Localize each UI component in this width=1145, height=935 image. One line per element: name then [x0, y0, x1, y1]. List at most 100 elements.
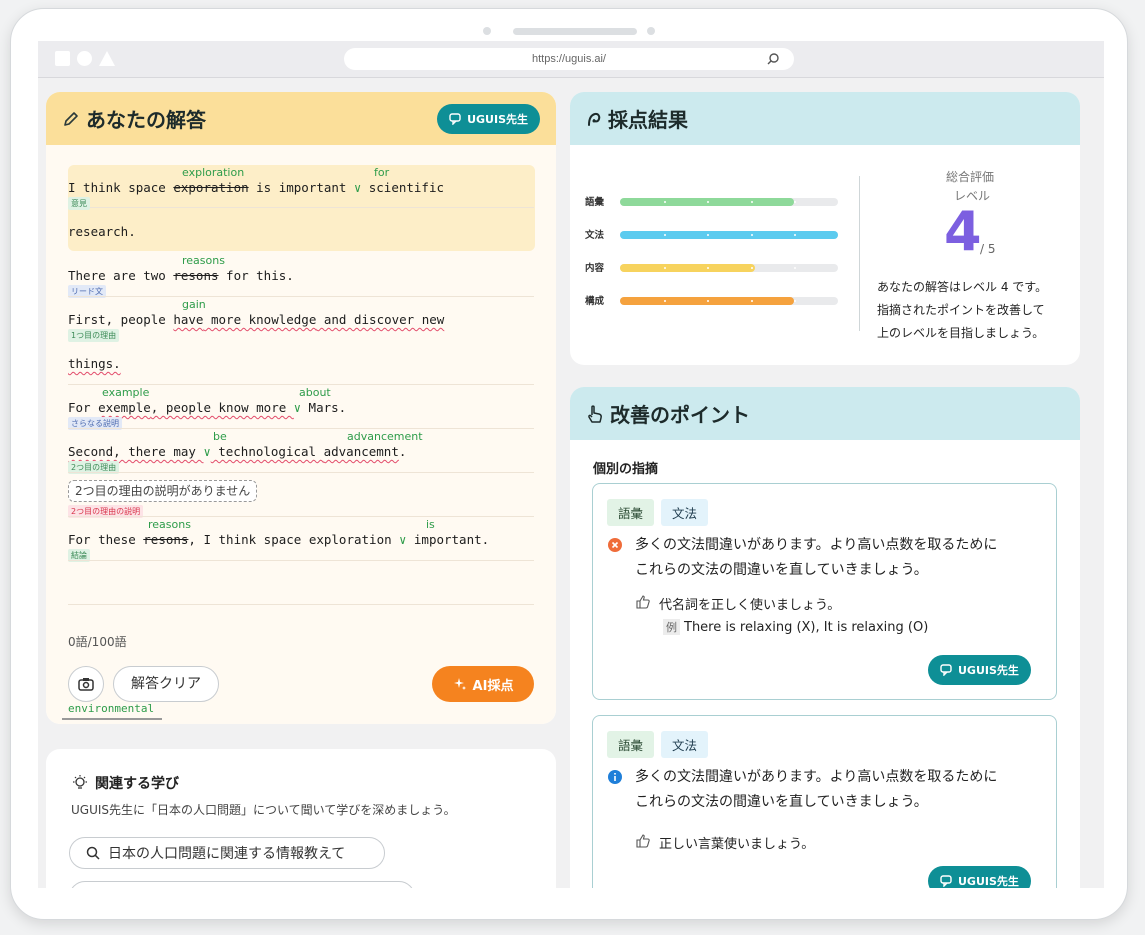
pointing-hand-icon: [588, 404, 602, 423]
feedback-2-teacher-button[interactable]: UGUIS先生: [928, 866, 1031, 888]
answer-line-9: For these resons, I think space explorat…: [68, 532, 490, 547]
uguis-teacher-label: UGUIS先生: [467, 112, 528, 126]
answer-card: あなたの解答 UGUIS先生 exploration for I think s…: [46, 92, 556, 724]
score-bar-label: 内容: [585, 263, 605, 274]
score-bar-dot: [663, 201, 666, 203]
divider: [68, 296, 534, 297]
main-content: あなたの解答 UGUIS先生 exploration for I think s…: [38, 78, 1104, 888]
related-card: 関連する学び UGUIS先生に「日本の人口問題」について聞いて学びを深めましょう…: [46, 749, 556, 888]
chat-icon: [449, 112, 461, 125]
score-bar-dot: [750, 201, 753, 203]
overall-level-value: 4: [944, 200, 982, 263]
score-bar-dot: [663, 267, 666, 269]
overall-label: 総合評価: [946, 170, 995, 184]
answer-editor[interactable]: exploration for I think space exporation…: [46, 145, 556, 724]
square-icon: [55, 51, 70, 66]
correction-about: about: [299, 386, 331, 399]
score-card-header: 採点結果: [570, 92, 1080, 145]
divider: [68, 384, 534, 385]
overall-level-max: / 5: [980, 242, 996, 256]
answer-line-2: research.: [68, 224, 136, 239]
info-icon: [608, 770, 622, 784]
correction-reasons-2: reasons: [148, 518, 191, 531]
browser-bar: https://uguis.ai/: [38, 41, 1104, 78]
answer-line-4: First, people have more knowledge and di…: [68, 312, 445, 327]
feedback-1-example: 例 There is relaxing (X), It is relaxing (…: [663, 619, 928, 635]
chip-vocabulary: 語彙: [607, 499, 655, 526]
url-bar[interactable]: https://uguis.ai/: [344, 48, 794, 70]
feedback-2-message: 多くの文法間違いがあります。より高い点数を取るために これらの文法の間違いを直し…: [635, 769, 998, 810]
feedback-2-teacher-label: UGUIS先生: [958, 875, 1019, 888]
related-title-row: 関連する学び: [71, 773, 179, 793]
camera-dot: [483, 27, 491, 35]
suggestion-word[interactable]: environmental: [68, 702, 154, 715]
pencil-icon: [64, 111, 78, 126]
correction-advancement: advancement: [347, 430, 423, 443]
correction-be: be: [213, 430, 227, 443]
answer-line-6: For exemple, people know more ∨ Mars.: [68, 400, 347, 415]
score-bar-dot: [663, 234, 666, 236]
divider: [68, 472, 534, 473]
logo: [55, 51, 115, 66]
answer-card-title: あなたの解答: [86, 108, 206, 132]
correction-reasons: reasons: [182, 254, 225, 267]
improve-card-header: 改善のポイント: [570, 387, 1080, 440]
score-bar-dot: [750, 300, 753, 302]
feedback-2-advice: 正しい言葉使いましょう。: [659, 837, 815, 852]
camera-icon: [78, 678, 94, 691]
lightbulb-icon: [73, 775, 87, 789]
camera-button[interactable]: [68, 666, 104, 702]
tag-reason-1: 1つ目の理由: [68, 329, 120, 342]
answer-line-1: I think space exporation is important ∨ …: [68, 180, 445, 195]
related-query-2[interactable]: [69, 881, 415, 888]
score-bar-label: 文法: [585, 230, 605, 241]
score-card-title: 採点結果: [608, 108, 688, 132]
score-bar-dot: [794, 267, 797, 269]
sensor-dot: [647, 27, 655, 35]
uguis-teacher-button[interactable]: UGUIS先生: [437, 103, 540, 134]
insert-caret-icon: ∨: [203, 445, 211, 459]
divider: [68, 604, 534, 605]
improve-card-title: 改善のポイント: [610, 403, 750, 427]
search-icon[interactable]: [766, 52, 780, 66]
triangle-icon: [99, 51, 115, 66]
tag-opinion: 意見: [68, 197, 90, 210]
feedback-1-teacher-button[interactable]: UGUIS先生: [928, 655, 1031, 685]
score-bar-label: 構成: [585, 296, 605, 307]
chat-icon: [940, 664, 952, 676]
score-bar-label: 語彙: [585, 197, 605, 208]
search-icon: [86, 846, 100, 860]
ai-score-button[interactable]: AI採点: [432, 666, 534, 702]
related-description: UGUIS先生に「日本の人口問題」について聞いて学びを深めましょう。: [71, 803, 456, 817]
answer-line-5: things.: [68, 356, 121, 371]
word-count: 0語/100語: [68, 635, 127, 649]
example-badge: 例: [663, 619, 680, 635]
insert-caret-icon: ∨: [293, 401, 302, 415]
score-card: 採点結果 語彙 文法 内容 構成 総合評価 レベル 4 / 5 あなたの解答はレベル …: [570, 92, 1080, 365]
error-icon: [608, 538, 622, 552]
improve-card: 改善のポイント 個別の指摘 語彙 文法 多くの文法間違いがあります。より高い点数を…: [570, 387, 1080, 888]
divider: [68, 516, 534, 517]
speaker-bar: [513, 28, 637, 35]
feedback-card-1: 語彙 文法 多くの文法間違いがあります。より高い点数を取るために これらの文法の間…: [592, 483, 1057, 700]
chip-grammar: 文法: [661, 731, 709, 758]
score-bar-track: [620, 231, 838, 239]
feedback-1-message: 多くの文法間違いがあります。より高い点数を取るために これらの文法の間違いを直し…: [635, 537, 998, 578]
correction-exploration: exploration: [182, 166, 245, 179]
feedback-card-2: 語彙 文法 多くの文法間違いがあります。より高い点数を取るために これらの文法の間…: [592, 715, 1057, 888]
sparkle-icon: [453, 678, 466, 690]
clear-answer-button[interactable]: 解答クリア: [113, 666, 219, 702]
related-query-1[interactable]: 日本の人口問題に関連する情報教えて: [69, 837, 385, 869]
suggestion-underline: [62, 718, 162, 720]
chip-vocabulary: 語彙: [607, 731, 655, 758]
missing-explanation-box: 2つ目の理由の説明がありません: [68, 480, 258, 502]
ai-score-label: AI採点: [472, 678, 514, 694]
thumbs-up-icon: [636, 595, 650, 609]
score-bar-track: [620, 297, 838, 305]
divider: [68, 428, 534, 429]
feedback-2-chips: 語彙 文法: [607, 731, 715, 758]
feedback-1-advice: 代名詞を正しく使いましょう。: [659, 598, 841, 613]
summary-line-3: 上のレベルを目指しましょう。: [877, 326, 1045, 340]
related-query-1-label: 日本の人口問題に関連する情報教えて: [108, 846, 346, 862]
feedback-1-chips: 語彙 文法: [607, 499, 715, 526]
